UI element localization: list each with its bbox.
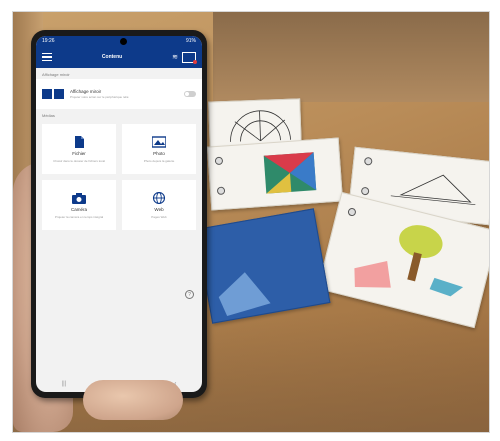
status-bar: 19:26 91% [36,36,202,46]
status-time: 19:26 [42,38,55,44]
globe-icon [152,191,166,204]
tile-file[interactable]: Fichier Choisir dans le dossier de fichi… [42,124,116,174]
tile-camera-subtitle: Projeter la caméra en temps intégral [54,214,104,219]
wifi-icon[interactable]: ≋ [172,53,178,61]
tile-file-subtitle: Choisir dans le dossier de fichiers loca… [53,158,105,163]
photo: 19:26 91% Contenu ≋ Affichage miroir Aff… [12,11,490,433]
tangram-drawing [263,152,317,194]
tile-web-label: Web [154,206,164,212]
mirror-title: Affichage miroir [70,89,102,94]
app-title: Contenu [101,54,123,60]
flashcard-tangram [206,137,344,211]
phone-screen: 19:26 91% Contenu ≋ Affichage miroir Aff… [36,36,202,392]
blue-cover-drawing [218,272,271,316]
media-section-label: Médias [42,113,55,118]
tile-camera[interactable]: Caméra Projeter la caméra en temps intég… [42,180,116,230]
front-camera [120,38,127,45]
mirror-toggle[interactable] [184,91,196,97]
tile-photo-label: Photo [153,150,165,156]
media-grid: Fichier Choisir dans le dossier de fichi… [36,120,202,234]
mirror-section-label: Affichage miroir [42,72,70,77]
camera-icon [72,192,86,204]
thumb [83,380,183,420]
tile-photo[interactable]: Photo Photo depuis la galerie [122,124,196,174]
file-icon [75,135,84,148]
tile-camera-label: Caméra [70,206,87,212]
tile-file-label: Fichier [72,150,86,156]
tile-web[interactable]: Web Pages Web [122,180,196,230]
status-battery: 91% [185,38,196,44]
mirror-screens-icon [42,89,64,99]
tile-web-subtitle: Pages Web [151,214,167,219]
smartphone: 19:26 91% Contenu ≋ Affichage miroir Aff… [31,30,207,398]
flashcard-blue-cover [195,208,331,324]
help-icon[interactable]: ? [185,290,194,299]
mirror-device-icon[interactable] [182,51,197,64]
classroom-wall [213,12,489,102]
mirror-toggle-row[interactable]: Affichage miroir Projeter votre écran su… [36,79,202,109]
app-bar-actions: ≋ [172,51,197,64]
recent-apps-button[interactable]: ||| [62,381,67,387]
mirror-subtitle: Projeter votre écran sur le périphérique… [70,95,129,99]
menu-icon[interactable] [42,52,52,62]
tile-photo-subtitle: Photo depuis la galerie [143,158,175,163]
app-bar: Contenu ≋ [36,46,202,68]
image-icon [152,135,166,148]
